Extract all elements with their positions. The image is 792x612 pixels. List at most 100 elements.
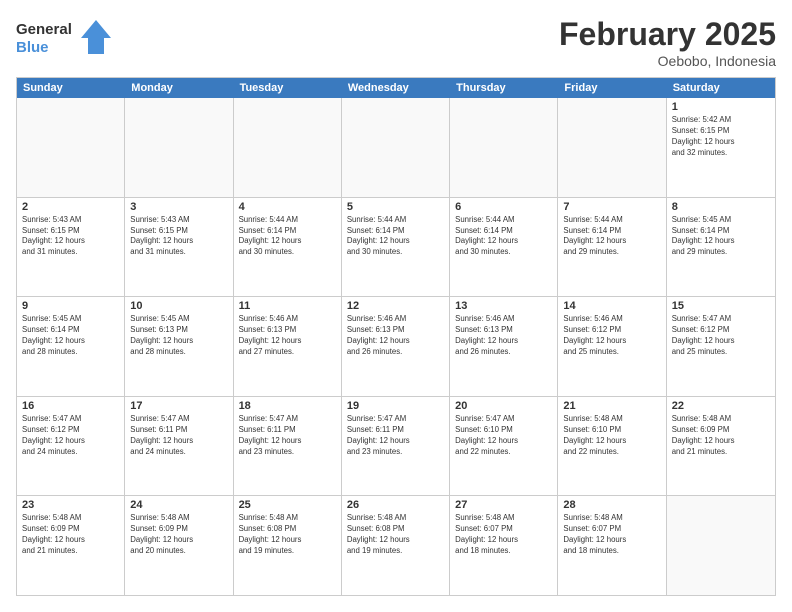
cal-cell: 10 Sunrise: 5:45 AM Sunset: 6:13 PM Dayli…	[125, 297, 233, 396]
page: General Blue February 2025 Oebobo, Indon…	[0, 0, 792, 612]
cal-cell: 23 Sunrise: 5:48 AM Sunset: 6:09 PM Dayli…	[17, 496, 125, 595]
header-day-tuesday: Tuesday	[234, 78, 342, 98]
cal-cell: 5 Sunrise: 5:44 AM Sunset: 6:14 PM Daylig…	[342, 198, 450, 297]
cal-cell: 17 Sunrise: 5:47 AM Sunset: 6:11 PM Dayli…	[125, 397, 233, 496]
day-number: 1	[672, 101, 770, 113]
header-day-saturday: Saturday	[667, 78, 775, 98]
month-title: February 2025	[559, 16, 776, 53]
day-number: 12	[347, 300, 444, 312]
cal-cell: 6 Sunrise: 5:44 AM Sunset: 6:14 PM Daylig…	[450, 198, 558, 297]
cell-info: Sunrise: 5:48 AM Sunset: 6:09 PM Dayligh…	[130, 513, 227, 557]
cell-info: Sunrise: 5:48 AM Sunset: 6:10 PM Dayligh…	[563, 414, 660, 458]
title-area: February 2025 Oebobo, Indonesia	[559, 16, 776, 69]
day-number: 8	[672, 201, 770, 213]
cal-cell: 24 Sunrise: 5:48 AM Sunset: 6:09 PM Dayli…	[125, 496, 233, 595]
cal-cell: 4Sunrise: 5:44 AM Sunset: 6:14 PM Daylig…	[234, 198, 342, 297]
day-number: 2	[22, 201, 119, 213]
calendar-header: SundayMondayTuesdayWednesdayThursdayFrid…	[17, 78, 775, 98]
svg-text:Blue: Blue	[16, 39, 49, 56]
day-number: 21	[563, 400, 660, 412]
cal-cell: 2 Sunrise: 5:43 AM Sunset: 6:15 PM Daylig…	[17, 198, 125, 297]
svg-text:General: General	[16, 21, 72, 38]
cal-cell: 20Sunrise: 5:47 AM Sunset: 6:10 PM Dayli…	[450, 397, 558, 496]
cal-cell: 7 Sunrise: 5:44 AM Sunset: 6:14 PM Daylig…	[558, 198, 666, 297]
location: Oebobo, Indonesia	[559, 53, 776, 69]
cell-info: Sunrise: 5:46 AM Sunset: 6:13 PM Dayligh…	[455, 314, 552, 358]
header-day-friday: Friday	[558, 78, 666, 98]
cal-cell: 3 Sunrise: 5:43 AM Sunset: 6:15 PM Daylig…	[125, 198, 233, 297]
day-number: 18	[239, 400, 336, 412]
cal-cell	[450, 98, 558, 197]
cal-row-1: 1 Sunrise: 5:42 AM Sunset: 6:15 PM Daylig…	[17, 98, 775, 198]
cal-cell: 8Sunrise: 5:45 AM Sunset: 6:14 PM Daylig…	[667, 198, 775, 297]
day-number: 15	[672, 300, 770, 312]
cal-cell: 28 Sunrise: 5:48 AM Sunset: 6:07 PM Dayli…	[558, 496, 666, 595]
cal-cell	[342, 98, 450, 197]
cal-cell: 21 Sunrise: 5:48 AM Sunset: 6:10 PM Dayli…	[558, 397, 666, 496]
cell-info: Sunrise: 5:44 AM Sunset: 6:14 PM Dayligh…	[563, 215, 660, 259]
day-number: 22	[672, 400, 770, 412]
day-number: 10	[130, 300, 227, 312]
cell-info: Sunrise: 5:44 AM Sunset: 6:14 PM Dayligh…	[239, 215, 336, 259]
cal-cell: 18 Sunrise: 5:47 AM Sunset: 6:11 PM Dayli…	[234, 397, 342, 496]
cal-row-2: 2 Sunrise: 5:43 AM Sunset: 6:15 PM Daylig…	[17, 198, 775, 298]
cal-cell: 15 Sunrise: 5:47 AM Sunset: 6:12 PM Dayli…	[667, 297, 775, 396]
day-number: 3	[130, 201, 227, 213]
cal-cell: 16 Sunrise: 5:47 AM Sunset: 6:12 PM Dayli…	[17, 397, 125, 496]
cal-cell: 13Sunrise: 5:46 AM Sunset: 6:13 PM Dayli…	[450, 297, 558, 396]
day-number: 19	[347, 400, 444, 412]
day-number: 5	[347, 201, 444, 213]
cell-info: Sunrise: 5:42 AM Sunset: 6:15 PM Dayligh…	[672, 115, 770, 159]
cell-info: Sunrise: 5:48 AM Sunset: 6:09 PM Dayligh…	[22, 513, 119, 557]
day-number: 6	[455, 201, 552, 213]
cell-info: Sunrise: 5:46 AM Sunset: 6:13 PM Dayligh…	[347, 314, 444, 358]
day-number: 9	[22, 300, 119, 312]
day-number: 14	[563, 300, 660, 312]
header-day-sunday: Sunday	[17, 78, 125, 98]
cal-cell: 26Sunrise: 5:48 AM Sunset: 6:08 PM Dayli…	[342, 496, 450, 595]
cal-row-3: 9 Sunrise: 5:45 AM Sunset: 6:14 PM Daylig…	[17, 297, 775, 397]
cell-info: Sunrise: 5:47 AM Sunset: 6:10 PM Dayligh…	[455, 414, 552, 458]
cell-info: Sunrise: 5:48 AM Sunset: 6:07 PM Dayligh…	[563, 513, 660, 557]
cal-cell	[234, 98, 342, 197]
cell-info: Sunrise: 5:45 AM Sunset: 6:13 PM Dayligh…	[130, 314, 227, 358]
calendar-body: 1 Sunrise: 5:42 AM Sunset: 6:15 PM Daylig…	[17, 98, 775, 595]
cell-info: Sunrise: 5:48 AM Sunset: 6:09 PM Dayligh…	[672, 414, 770, 458]
cell-info: Sunrise: 5:43 AM Sunset: 6:15 PM Dayligh…	[22, 215, 119, 259]
cell-info: Sunrise: 5:45 AM Sunset: 6:14 PM Dayligh…	[22, 314, 119, 358]
day-number: 27	[455, 499, 552, 511]
day-number: 16	[22, 400, 119, 412]
cell-info: Sunrise: 5:44 AM Sunset: 6:14 PM Dayligh…	[455, 215, 552, 259]
cal-cell: 14 Sunrise: 5:46 AM Sunset: 6:12 PM Dayli…	[558, 297, 666, 396]
cal-cell: 25Sunrise: 5:48 AM Sunset: 6:08 PM Dayli…	[234, 496, 342, 595]
cal-cell: 9 Sunrise: 5:45 AM Sunset: 6:14 PM Daylig…	[17, 297, 125, 396]
cal-cell	[558, 98, 666, 197]
logo: General Blue	[16, 16, 116, 60]
cell-info: Sunrise: 5:47 AM Sunset: 6:12 PM Dayligh…	[22, 414, 119, 458]
cal-cell: 19 Sunrise: 5:47 AM Sunset: 6:11 PM Dayli…	[342, 397, 450, 496]
header-day-monday: Monday	[125, 78, 233, 98]
header: General Blue February 2025 Oebobo, Indon…	[16, 16, 776, 69]
cell-info: Sunrise: 5:47 AM Sunset: 6:12 PM Dayligh…	[672, 314, 770, 358]
day-number: 17	[130, 400, 227, 412]
day-number: 23	[22, 499, 119, 511]
header-day-wednesday: Wednesday	[342, 78, 450, 98]
day-number: 26	[347, 499, 444, 511]
cell-info: Sunrise: 5:46 AM Sunset: 6:12 PM Dayligh…	[563, 314, 660, 358]
cal-cell: 1 Sunrise: 5:42 AM Sunset: 6:15 PM Daylig…	[667, 98, 775, 197]
calendar: SundayMondayTuesdayWednesdayThursdayFrid…	[16, 77, 776, 596]
day-number: 28	[563, 499, 660, 511]
logo-icon: General Blue	[16, 16, 116, 60]
cell-info: Sunrise: 5:47 AM Sunset: 6:11 PM Dayligh…	[130, 414, 227, 458]
cell-info: Sunrise: 5:43 AM Sunset: 6:15 PM Dayligh…	[130, 215, 227, 259]
cell-info: Sunrise: 5:47 AM Sunset: 6:11 PM Dayligh…	[347, 414, 444, 458]
cell-info: Sunrise: 5:47 AM Sunset: 6:11 PM Dayligh…	[239, 414, 336, 458]
cell-info: Sunrise: 5:44 AM Sunset: 6:14 PM Dayligh…	[347, 215, 444, 259]
day-number: 7	[563, 201, 660, 213]
cal-cell	[17, 98, 125, 197]
cal-cell: 22 Sunrise: 5:48 AM Sunset: 6:09 PM Dayli…	[667, 397, 775, 496]
day-number: 11	[239, 300, 336, 312]
day-number: 24	[130, 499, 227, 511]
header-day-thursday: Thursday	[450, 78, 558, 98]
cal-cell	[125, 98, 233, 197]
